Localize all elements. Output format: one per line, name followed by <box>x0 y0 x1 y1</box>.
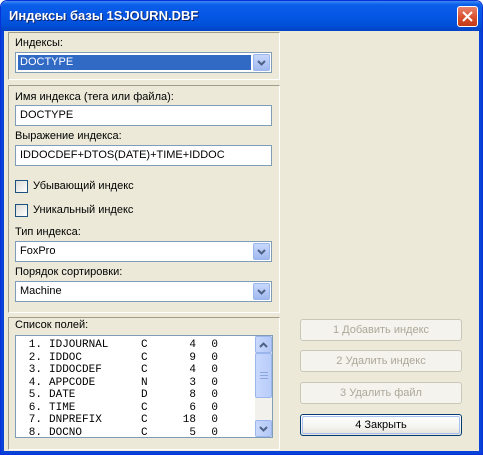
sort-order-combo[interactable]: Machine <box>15 281 272 302</box>
field-len: 3 <box>189 376 196 389</box>
sort-order-value: Machine <box>20 285 62 297</box>
descending-label[interactable]: Убывающий индекс <box>33 180 134 192</box>
field-len: 4 <box>189 364 196 376</box>
indexes-panel: Индексы: DOCTYPE <box>8 32 280 80</box>
fields-panel: Список полей: 1. IDJOURNAL C 4 0 2. IDDOC C 9 0 3.… <box>8 317 280 450</box>
field-num: 4. <box>28 376 42 389</box>
index-type-dropdown-button[interactable] <box>253 243 270 260</box>
field-dec: 0 <box>211 364 218 376</box>
index-expression-field[interactable]: IDDOCDEF+DTOS(DATE)+TIME+IDDOC <box>15 145 272 166</box>
sort-order-label: Порядок сортировки: <box>15 266 123 278</box>
field-type: C <box>141 364 148 376</box>
field-len: 8 <box>189 389 196 401</box>
field-dec: 0 <box>211 351 218 364</box>
chevron-down-icon <box>257 60 266 66</box>
field-dec: 0 <box>211 376 218 389</box>
field-type: C <box>141 339 148 351</box>
field-name: DNPREFIX <box>49 414 102 426</box>
field-name: DATE <box>49 389 76 401</box>
close-button[interactable] <box>457 6 478 27</box>
field-num: 7. <box>28 414 42 426</box>
field-name: TIME <box>49 401 76 414</box>
chevron-down-icon <box>257 249 266 255</box>
field-type: C <box>141 414 148 426</box>
chevron-down-icon <box>257 289 266 295</box>
field-len: 6 <box>189 401 196 414</box>
indexes-label: Индексы: <box>15 37 63 49</box>
dialog-window: Индексы базы 1SJOURN.DBF Индексы: DOCTYP… <box>0 0 483 455</box>
field-dec: 0 <box>211 426 218 438</box>
field-num: 2. <box>28 351 42 364</box>
field-dec: 0 <box>211 401 218 414</box>
field-name: IDJOURNAL <box>49 339 109 351</box>
title-bar[interactable]: Индексы базы 1SJOURN.DBF <box>1 1 482 31</box>
fields-label: Список полей: <box>15 319 89 331</box>
scroll-thumb[interactable] <box>255 353 272 398</box>
field-name: IDDOC <box>49 351 83 364</box>
field-len: 4 <box>189 339 196 351</box>
index-expression-label: Выражение индекса: <box>15 130 122 142</box>
field-dec: 0 <box>211 339 218 351</box>
add-index-button[interactable]: 1 Добавить индекс <box>300 319 462 341</box>
field-name: IDDOCDEF <box>49 364 102 376</box>
vertical-scrollbar[interactable] <box>255 336 272 437</box>
indexes-combo[interactable]: DOCTYPE <box>15 52 272 73</box>
field-num: 1. <box>28 339 42 351</box>
index-type-combo[interactable]: FoxPro <box>15 241 272 262</box>
index-type-value: FoxPro <box>20 245 56 257</box>
field-name: APPCODE <box>49 376 96 389</box>
fields-list[interactable]: 1. IDJOURNAL C 4 0 2. IDDOC C 9 0 3. IDDOCDEF C 4 0 4. A… <box>15 335 273 438</box>
sort-order-dropdown-button[interactable] <box>253 283 270 300</box>
field-len: 5 <box>189 426 196 438</box>
window-title: Индексы базы 1SJOURN.DBF <box>9 8 199 23</box>
unique-checkbox[interactable] <box>15 204 28 217</box>
scroll-down-button[interactable] <box>255 420 272 437</box>
chevron-up-icon <box>259 342 268 348</box>
index-type-label: Тип индекса: <box>15 226 81 238</box>
delete-file-button[interactable]: 3 Удалить файл <box>300 382 462 404</box>
index-properties-panel: Имя индекса (тега или файла): DOCTYPE Вы… <box>8 85 280 313</box>
field-num: 8. <box>28 426 42 438</box>
field-type: D <box>141 389 148 401</box>
chevron-down-icon <box>259 426 268 432</box>
indexes-combo-value: DOCTYPE <box>18 55 251 70</box>
unique-label[interactable]: Уникальный индекс <box>33 204 133 216</box>
field-name: DOCNO <box>49 426 83 438</box>
close-icon <box>462 11 473 22</box>
scroll-up-button[interactable] <box>255 336 272 353</box>
delete-index-button[interactable]: 2 Удалить индекс <box>300 350 462 372</box>
close-dialog-button[interactable]: 4 Закрыть <box>300 414 462 436</box>
descending-checkbox[interactable] <box>15 180 28 193</box>
indexes-dropdown-button[interactable] <box>253 54 270 71</box>
field-num: 3. <box>28 364 42 376</box>
field-len: 9 <box>189 351 196 364</box>
field-dec: 0 <box>211 414 218 426</box>
field-type: C <box>141 351 148 364</box>
field-len: 18 <box>182 414 196 426</box>
field-type: C <box>141 401 148 414</box>
field-dec: 0 <box>211 389 218 401</box>
actions-area: 1 Добавить индекс 2 Удалить индекс 3 Уда… <box>284 32 477 450</box>
field-num: 5. <box>28 389 42 401</box>
field-type: C <box>141 426 148 438</box>
field-type: N <box>141 376 148 389</box>
index-name-label: Имя индекса (тега или файла): <box>15 91 174 103</box>
index-name-field[interactable]: DOCTYPE <box>15 105 272 126</box>
field-num: 6. <box>28 401 42 414</box>
